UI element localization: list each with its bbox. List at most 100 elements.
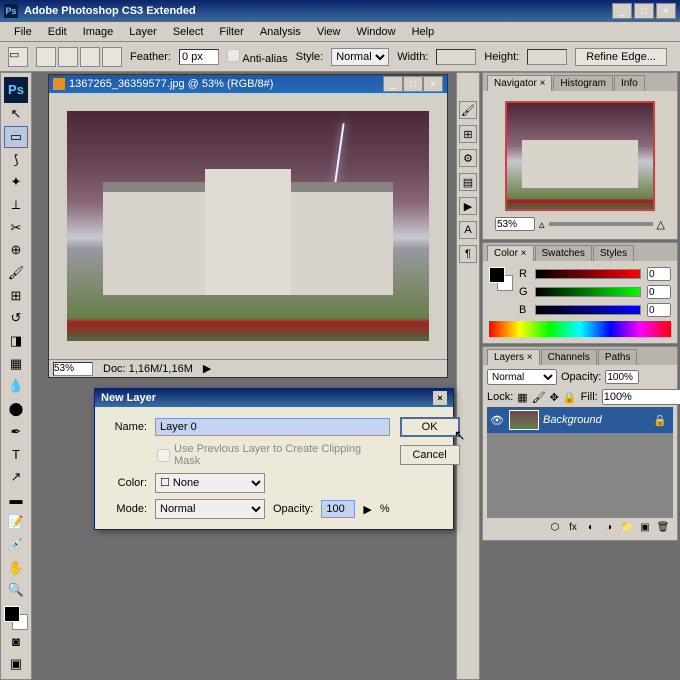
layer-item[interactable]: 👁 Background 🔒: [487, 407, 673, 433]
dock-brushes-icon[interactable]: 🖌: [459, 101, 477, 119]
layer-thumbnail[interactable]: [509, 410, 539, 430]
tab-histogram[interactable]: Histogram: [553, 75, 613, 91]
maximize-button[interactable]: □: [634, 3, 654, 19]
layer-fx-icon[interactable]: fx: [565, 520, 581, 534]
tab-channels[interactable]: Channels: [541, 349, 597, 365]
selection-add-icon[interactable]: [58, 47, 78, 67]
doc-close-button[interactable]: ×: [423, 76, 443, 92]
wand-tool[interactable]: ✦: [4, 172, 28, 194]
ps-icon[interactable]: Ps: [4, 77, 28, 103]
menu-window[interactable]: Window: [348, 24, 403, 40]
dock-para-icon[interactable]: ¶: [459, 245, 477, 263]
visibility-icon[interactable]: 👁: [489, 414, 505, 427]
history-brush-tool[interactable]: ↺: [4, 308, 28, 330]
close-button[interactable]: ×: [656, 3, 676, 19]
cancel-button[interactable]: Cancel: [400, 445, 460, 465]
menu-file[interactable]: File: [6, 24, 40, 40]
dialog-titlebar[interactable]: New Layer ×: [95, 389, 453, 407]
tab-paths[interactable]: Paths: [598, 349, 638, 365]
style-select[interactable]: Normal: [331, 48, 389, 66]
adjustment-layer-icon[interactable]: ◑: [601, 520, 617, 534]
tab-navigator[interactable]: Navigator ×: [487, 75, 552, 91]
color-select[interactable]: ☐ None: [155, 473, 265, 493]
eraser-tool[interactable]: ◨: [4, 330, 28, 352]
nav-zoom-slider[interactable]: [549, 222, 653, 226]
marquee-tool[interactable]: ▭: [4, 126, 28, 148]
b-input[interactable]: [647, 303, 671, 317]
hand-tool[interactable]: ✋: [4, 557, 28, 579]
lock-paint-icon[interactable]: 🖌: [532, 391, 546, 404]
dock-clone-icon[interactable]: ⊞: [459, 125, 477, 143]
crop-tool[interactable]: ⟂: [4, 194, 28, 216]
menu-image[interactable]: Image: [75, 24, 122, 40]
refine-edge-button[interactable]: Refine Edge...: [575, 48, 667, 66]
slice-tool[interactable]: ✂: [4, 217, 28, 239]
doc-minimize-button[interactable]: _: [383, 76, 403, 92]
mode-select[interactable]: Normal: [155, 499, 265, 519]
g-input[interactable]: [647, 285, 671, 299]
quickmask-tool[interactable]: ◙: [4, 631, 28, 653]
r-input[interactable]: [647, 267, 671, 281]
new-layer-icon[interactable]: ▣: [637, 520, 653, 534]
tab-info[interactable]: Info: [614, 75, 645, 91]
selection-new-icon[interactable]: [36, 47, 56, 67]
layer-name-input[interactable]: [155, 418, 390, 436]
blend-mode-select[interactable]: Normal: [487, 369, 557, 385]
lock-all-icon[interactable]: 🔒: [563, 391, 577, 404]
menu-filter[interactable]: Filter: [211, 24, 251, 40]
foreground-color[interactable]: [4, 606, 20, 622]
nav-zoom-input[interactable]: [495, 217, 535, 231]
spectrum-bar[interactable]: [489, 321, 671, 337]
heal-tool[interactable]: ⊕: [4, 240, 28, 262]
layer-opacity-input[interactable]: [605, 370, 639, 384]
g-slider[interactable]: [535, 287, 641, 297]
tab-layers[interactable]: Layers ×: [487, 349, 540, 365]
document-canvas[interactable]: [49, 93, 447, 359]
notes-tool[interactable]: 📝: [4, 511, 28, 533]
gradient-tool[interactable]: ▦: [4, 353, 28, 375]
pen-tool[interactable]: ✒: [4, 421, 28, 443]
lock-move-icon[interactable]: ✥: [550, 391, 559, 404]
minimize-button[interactable]: _: [612, 3, 632, 19]
dock-actions-icon[interactable]: ▶: [459, 197, 477, 215]
shape-tool[interactable]: ▬: [4, 489, 28, 511]
brush-tool[interactable]: 🖌: [4, 262, 28, 284]
menu-edit[interactable]: Edit: [40, 24, 75, 40]
blur-tool[interactable]: 💧: [4, 376, 28, 398]
tab-color[interactable]: Color ×: [487, 245, 534, 261]
dock-layercomp-icon[interactable]: ▤: [459, 173, 477, 191]
path-tool[interactable]: ↗: [4, 466, 28, 488]
color-swatch[interactable]: [4, 606, 28, 630]
doc-maximize-button[interactable]: □: [403, 76, 423, 92]
marquee-tool-icon[interactable]: ▭: [8, 47, 28, 67]
zoom-input[interactable]: [53, 362, 93, 376]
dock-tools-icon[interactable]: ⚙: [459, 149, 477, 167]
ok-button[interactable]: OK ↖: [400, 417, 460, 437]
selection-subtract-icon[interactable]: [80, 47, 100, 67]
width-input[interactable]: [436, 49, 476, 65]
zoom-in-icon[interactable]: △: [657, 218, 665, 231]
menu-help[interactable]: Help: [404, 24, 443, 40]
opacity-input[interactable]: [321, 500, 355, 518]
tab-styles[interactable]: Styles: [593, 245, 634, 261]
menu-layer[interactable]: Layer: [121, 24, 165, 40]
move-tool[interactable]: ↖: [4, 104, 28, 126]
layer-mask-icon[interactable]: ◐: [583, 520, 599, 534]
menu-view[interactable]: View: [309, 24, 349, 40]
dock-char-icon[interactable]: A: [459, 221, 477, 239]
lasso-tool[interactable]: ⟆: [4, 149, 28, 171]
tab-swatches[interactable]: Swatches: [535, 245, 592, 261]
delete-layer-icon[interactable]: 🗑: [655, 520, 671, 534]
menu-analysis[interactable]: Analysis: [252, 24, 309, 40]
eyedropper-tool[interactable]: 💉: [4, 534, 28, 556]
dialog-close-button[interactable]: ×: [433, 391, 447, 405]
stamp-tool[interactable]: ⊞: [4, 285, 28, 307]
screenmode-tool[interactable]: ▣: [4, 653, 28, 675]
fill-input[interactable]: [602, 389, 680, 405]
menu-select[interactable]: Select: [165, 24, 212, 40]
navigator-thumbnail[interactable]: [505, 101, 655, 211]
zoom-tool[interactable]: 🔍: [4, 579, 28, 601]
b-slider[interactable]: [535, 305, 641, 315]
selection-intersect-icon[interactable]: [102, 47, 122, 67]
r-slider[interactable]: [535, 269, 641, 279]
